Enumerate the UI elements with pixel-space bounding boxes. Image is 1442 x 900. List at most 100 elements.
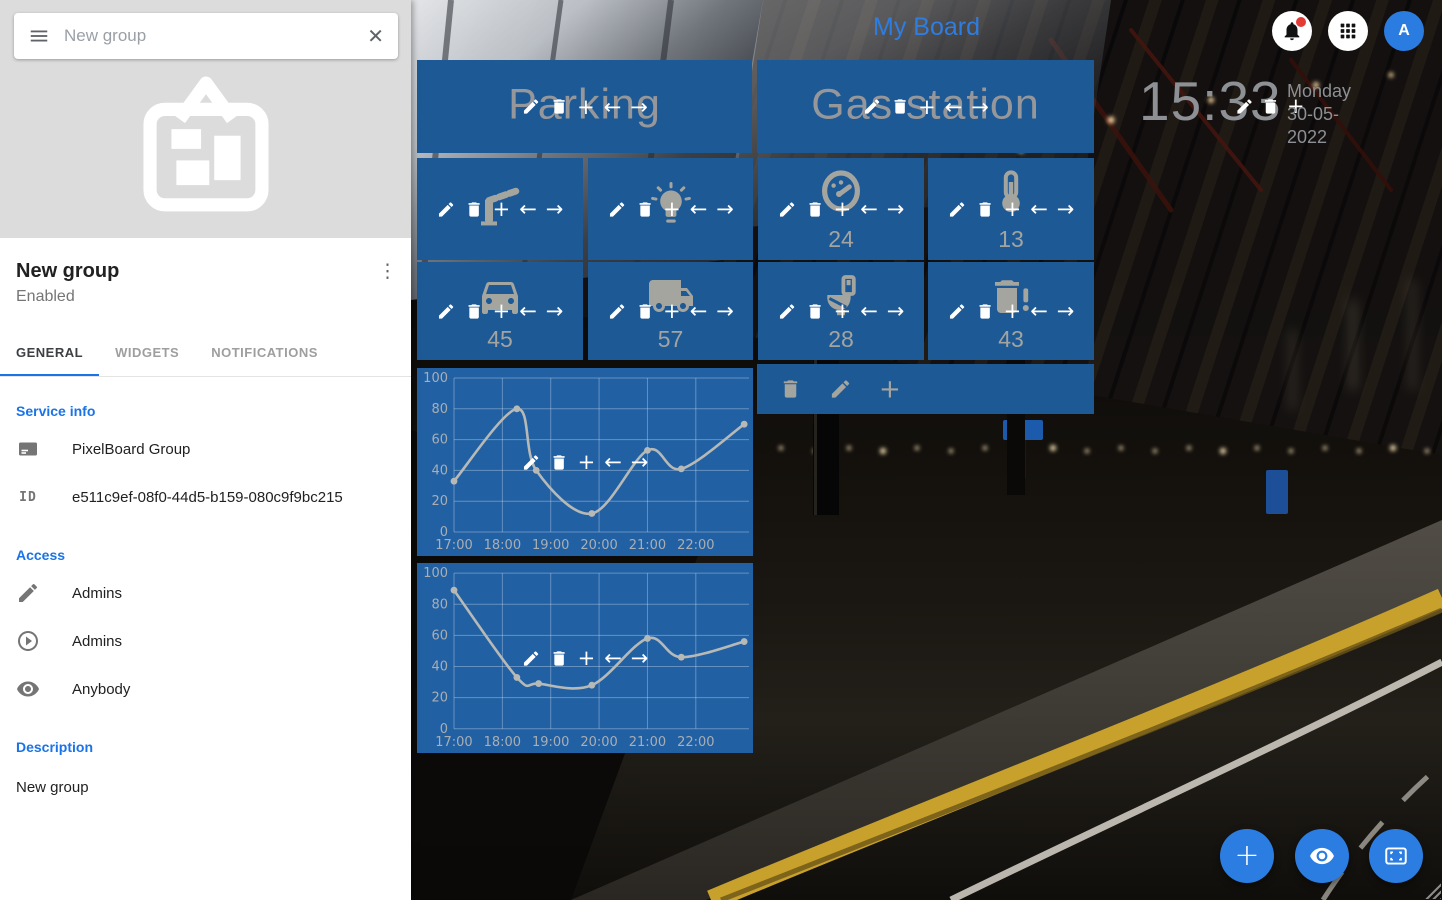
edit-widget-icon[interactable] bbox=[862, 97, 881, 116]
edit-widget-icon[interactable] bbox=[437, 302, 456, 321]
svg-text:22:00: 22:00 bbox=[677, 735, 714, 750]
edit-widget-icon[interactable] bbox=[437, 200, 456, 219]
tab-general[interactable]: GENERAL bbox=[0, 330, 99, 376]
delete-widget-icon[interactable] bbox=[550, 649, 569, 668]
edit-widget-icon[interactable] bbox=[521, 97, 540, 116]
move-widget-right-icon[interactable]: → bbox=[631, 648, 649, 668]
play-circle-icon bbox=[16, 629, 40, 653]
widget-hover-controls: + ← → bbox=[778, 301, 905, 321]
add-widget-icon[interactable]: + bbox=[834, 199, 852, 219]
move-widget-right-icon[interactable]: → bbox=[971, 97, 989, 117]
delete-widget-icon[interactable] bbox=[1261, 97, 1280, 116]
move-widget-right-icon[interactable]: → bbox=[716, 301, 734, 321]
add-widget-icon[interactable]: + bbox=[1004, 301, 1022, 321]
edit-widget-icon[interactable] bbox=[1235, 97, 1254, 116]
group-action-bar: + bbox=[757, 364, 1094, 414]
delete-widget-icon[interactable] bbox=[976, 302, 995, 321]
edit-widget-icon[interactable] bbox=[948, 200, 967, 219]
svg-text:17:00: 17:00 bbox=[435, 538, 472, 553]
svg-text:17:00: 17:00 bbox=[435, 735, 472, 750]
board-canvas: My Board A 15:33 + Monday 30-05-2022 bbox=[411, 0, 1442, 900]
add-widget-icon[interactable]: + bbox=[1004, 199, 1022, 219]
delete-widget-icon[interactable] bbox=[635, 302, 654, 321]
move-widget-left-icon[interactable]: ← bbox=[1030, 301, 1048, 321]
add-to-group-icon[interactable]: + bbox=[879, 379, 901, 399]
eye-icon bbox=[1309, 843, 1335, 869]
widget-value: 13 bbox=[928, 226, 1094, 253]
widget-hover-controls: + ← → bbox=[522, 452, 649, 472]
delete-widget-icon[interactable] bbox=[806, 302, 825, 321]
eye-icon bbox=[16, 677, 40, 701]
id-icon: ID bbox=[16, 485, 40, 509]
notifications-button[interactable] bbox=[1272, 11, 1312, 51]
add-widget-fab[interactable]: + bbox=[1220, 829, 1274, 883]
move-widget-left-icon[interactable]: ← bbox=[604, 648, 622, 668]
access-edit-row[interactable]: Admins bbox=[0, 569, 411, 617]
close-icon[interactable]: ✕ bbox=[367, 24, 384, 49]
move-widget-left-icon[interactable]: ← bbox=[519, 301, 537, 321]
move-widget-right-icon[interactable]: → bbox=[546, 199, 564, 219]
fit-screen-fab[interactable] bbox=[1369, 829, 1423, 883]
service-type-row: PixelBoard Group bbox=[0, 425, 411, 473]
access-run-row[interactable]: Admins bbox=[0, 617, 411, 665]
delete-widget-icon[interactable] bbox=[550, 453, 569, 472]
move-widget-left-icon[interactable]: ← bbox=[519, 199, 537, 219]
move-widget-left-icon[interactable]: ← bbox=[690, 301, 708, 321]
move-widget-right-icon[interactable]: → bbox=[887, 199, 905, 219]
move-widget-right-icon[interactable]: → bbox=[631, 452, 649, 472]
edit-widget-icon[interactable] bbox=[522, 649, 541, 668]
move-widget-left-icon[interactable]: ← bbox=[604, 452, 622, 472]
delete-widget-icon[interactable] bbox=[465, 200, 484, 219]
add-widget-icon[interactable]: + bbox=[578, 648, 596, 668]
edit-group-icon[interactable] bbox=[829, 378, 852, 401]
edit-widget-icon[interactable] bbox=[778, 200, 797, 219]
add-widget-icon[interactable]: + bbox=[578, 452, 596, 472]
edit-widget-icon[interactable] bbox=[948, 302, 967, 321]
preview-fab[interactable] bbox=[1295, 829, 1349, 883]
add-widget-icon[interactable]: + bbox=[577, 97, 595, 117]
move-widget-right-icon[interactable]: → bbox=[630, 97, 648, 117]
move-widget-left-icon[interactable]: ← bbox=[860, 199, 878, 219]
move-widget-left-icon[interactable]: ← bbox=[945, 97, 963, 117]
move-widget-left-icon[interactable]: ← bbox=[1030, 199, 1048, 219]
widget-value: 28 bbox=[758, 326, 924, 353]
widget-tile-trash-warning: 43 + ← → bbox=[928, 262, 1094, 360]
delete-widget-icon[interactable] bbox=[976, 200, 995, 219]
move-widget-left-icon[interactable]: ← bbox=[604, 97, 622, 117]
delete-widget-icon[interactable] bbox=[806, 200, 825, 219]
edit-widget-icon[interactable] bbox=[522, 453, 541, 472]
edit-widget-icon[interactable] bbox=[607, 200, 626, 219]
group-name-input[interactable] bbox=[62, 25, 355, 47]
add-widget-icon[interactable]: + bbox=[663, 301, 681, 321]
delete-widget-icon[interactable] bbox=[549, 97, 568, 116]
delete-widget-icon[interactable] bbox=[465, 302, 484, 321]
overflow-menu-icon[interactable]: ⋮ bbox=[378, 262, 397, 282]
move-widget-right-icon[interactable]: → bbox=[546, 301, 564, 321]
add-widget-icon[interactable]: + bbox=[834, 301, 852, 321]
delete-group-icon[interactable] bbox=[779, 378, 802, 401]
service-id-value: e511c9ef-08f0-44d5-b159-080c9f9bc215 bbox=[72, 489, 343, 506]
add-widget-icon[interactable]: + bbox=[493, 199, 511, 219]
add-widget-icon[interactable]: + bbox=[663, 199, 681, 219]
hamburger-menu-icon[interactable] bbox=[28, 25, 50, 47]
access-view-row[interactable]: Anybody bbox=[0, 665, 411, 713]
edit-widget-icon[interactable] bbox=[778, 302, 797, 321]
delete-widget-icon[interactable] bbox=[890, 97, 909, 116]
user-avatar[interactable]: A bbox=[1384, 11, 1424, 51]
tab-notifications[interactable]: NOTIFICATIONS bbox=[195, 330, 334, 376]
move-widget-left-icon[interactable]: ← bbox=[690, 199, 708, 219]
add-widget-icon[interactable]: + bbox=[918, 97, 936, 117]
move-widget-right-icon[interactable]: → bbox=[1057, 199, 1075, 219]
tab-widgets[interactable]: WIDGETS bbox=[99, 330, 195, 376]
move-widget-right-icon[interactable]: → bbox=[1057, 301, 1075, 321]
group-header-parking: Parking + ← → bbox=[417, 60, 752, 153]
delete-widget-icon[interactable] bbox=[635, 200, 654, 219]
move-widget-right-icon[interactable]: → bbox=[887, 301, 905, 321]
move-widget-right-icon[interactable]: → bbox=[716, 199, 734, 219]
add-widget-icon[interactable]: + bbox=[493, 301, 511, 321]
move-widget-left-icon[interactable]: ← bbox=[860, 301, 878, 321]
edit-widget-icon[interactable] bbox=[607, 302, 626, 321]
svg-text:80: 80 bbox=[431, 402, 448, 417]
svg-text:21:00: 21:00 bbox=[629, 538, 666, 553]
apps-button[interactable] bbox=[1328, 11, 1368, 51]
